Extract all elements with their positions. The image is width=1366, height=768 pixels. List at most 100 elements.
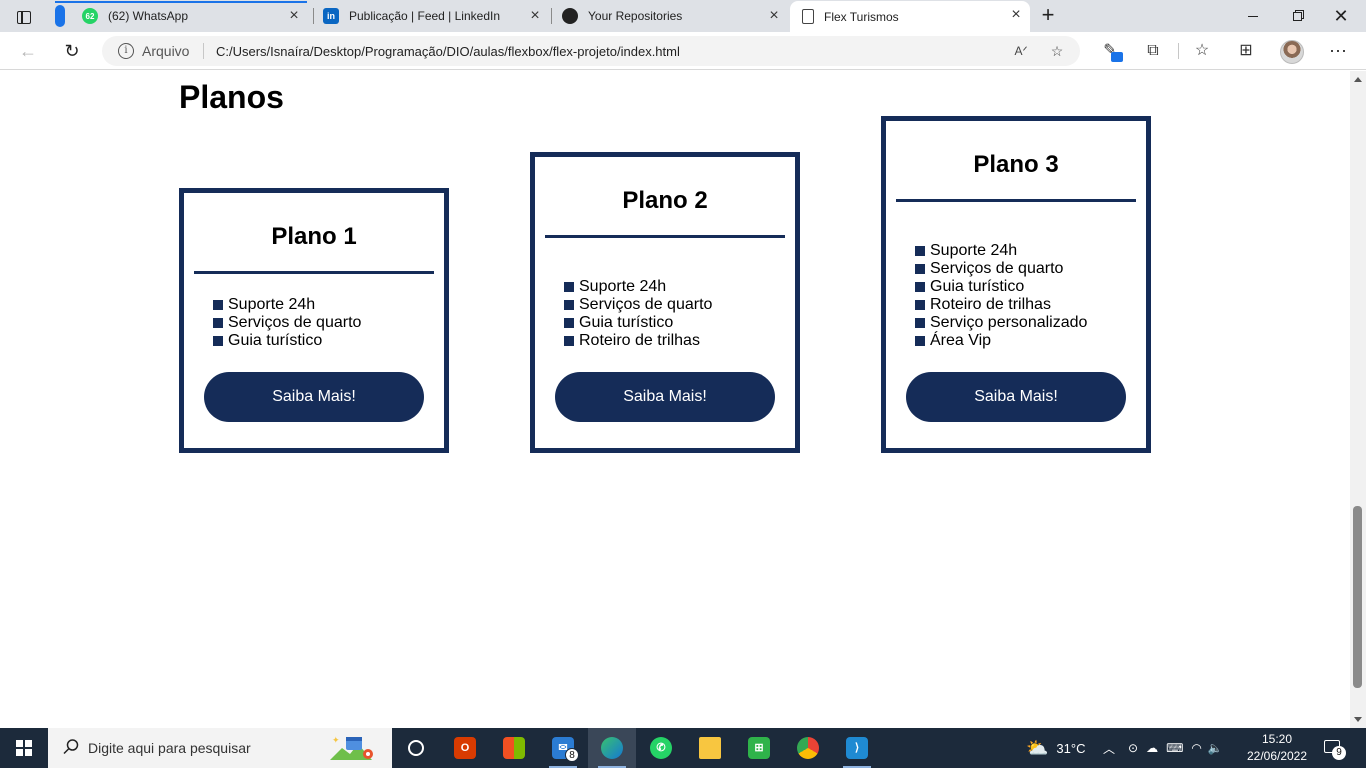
address-bar[interactable]: i Arquivo C:/Users/Isnaíra/Desktop/Progr… xyxy=(102,36,1080,66)
minimize-button[interactable] xyxy=(1230,0,1276,32)
tab-divider xyxy=(551,8,552,24)
network-icon[interactable]: ◠ xyxy=(1191,741,1201,755)
saiba-mais-button[interactable]: Saiba Mais! xyxy=(906,372,1126,422)
feature-text: Serviços de quarto xyxy=(579,296,713,313)
tab-flex-turismos[interactable]: Flex Turismos × xyxy=(790,1,1030,32)
close-tab-icon[interactable]: × xyxy=(1008,7,1024,23)
read-aloud-icon[interactable]: Aᐟ xyxy=(1012,42,1030,60)
feature-text: Área Vip xyxy=(930,332,992,349)
tab-actions-icon xyxy=(17,10,31,24)
bullet-icon xyxy=(564,336,574,346)
windows-logo-icon xyxy=(16,740,32,756)
plan-title: Plano 2 xyxy=(622,187,708,214)
close-window-button[interactable]: ✕ xyxy=(1318,0,1364,32)
settings-more-icon[interactable]: ⋯ xyxy=(1328,41,1348,61)
list-item: Guia turístico xyxy=(564,314,795,332)
tab-label: (62) WhatsApp xyxy=(108,9,189,23)
browser-tab-strip: 62 (62) WhatsApp × in Publicação | Feed … xyxy=(0,0,1366,32)
input-method-icon[interactable]: ⌨ xyxy=(1166,741,1183,755)
store-app[interactable] xyxy=(490,728,538,768)
favorites-icon[interactable]: ☆ xyxy=(1192,41,1212,61)
tab-linkedin[interactable]: in Publicação | Feed | LinkedIn × xyxy=(323,2,549,30)
scroll-down-icon[interactable] xyxy=(1354,717,1362,722)
list-item: Roteiro de trilhas xyxy=(564,332,795,350)
list-item: Suporte 24h xyxy=(915,242,1146,260)
new-tab-button[interactable]: + xyxy=(1038,4,1058,26)
restore-button[interactable] xyxy=(1274,0,1320,32)
scroll-thumb[interactable] xyxy=(1353,506,1362,688)
url-text[interactable]: C:/Users/Isnaíra/Desktop/Programação/DIO… xyxy=(216,44,680,59)
plan-divider xyxy=(194,271,434,274)
taskbar-clock[interactable]: 15:20 22/06/2022 xyxy=(1240,731,1314,765)
clock-time: 15:20 xyxy=(1261,732,1293,746)
file-explorer-app[interactable] xyxy=(686,728,734,768)
bullet-icon xyxy=(564,318,574,328)
meet-now-icon[interactable]: ⊙ xyxy=(1128,741,1138,755)
vscode-app[interactable]: ⟩ xyxy=(833,728,881,768)
list-item: Suporte 24h xyxy=(564,278,795,296)
file-scheme-label: Arquivo xyxy=(142,43,190,59)
back-arrow-icon: ← xyxy=(19,40,37,61)
task-view-icon xyxy=(408,740,424,756)
vertical-scrollbar[interactable] xyxy=(1350,71,1366,728)
taskbar-search[interactable]: Digite aqui para pesquisar ✦ xyxy=(48,728,392,768)
notification-count: 9 xyxy=(1332,746,1346,760)
onedrive-icon[interactable]: ☁ xyxy=(1146,741,1158,755)
notification-center-button[interactable]: 9 xyxy=(1322,738,1346,760)
start-button[interactable] xyxy=(0,728,48,768)
feature-text: Guia turístico xyxy=(930,278,1025,295)
weather-sun-icon: ⛅ xyxy=(1026,737,1049,758)
task-view-button[interactable] xyxy=(392,728,440,768)
add-favorite-icon[interactable]: ☆ xyxy=(1048,42,1066,60)
store-icon xyxy=(503,737,525,759)
restore-icon xyxy=(1292,11,1302,21)
feature-text: Serviço personalizado xyxy=(930,314,1088,331)
chevron-up-icon: ︿ xyxy=(1103,741,1116,756)
bullet-icon xyxy=(915,300,925,310)
whatsapp-icon: ✆ xyxy=(650,737,672,759)
clock-date: 22/06/2022 xyxy=(1246,749,1308,763)
refresh-button[interactable]: ↻ xyxy=(61,40,83,62)
close-tab-icon[interactable]: × xyxy=(286,8,302,24)
tab-divider xyxy=(313,8,314,24)
list-item: Serviços de quarto xyxy=(915,260,1146,278)
list-item: Guia turístico xyxy=(213,332,444,350)
profile-avatar[interactable] xyxy=(1280,40,1304,64)
close-tab-icon[interactable]: × xyxy=(766,8,782,24)
chrome-app[interactable] xyxy=(784,728,832,768)
saiba-mais-button[interactable]: Saiba Mais! xyxy=(555,372,775,422)
file-explorer-icon xyxy=(699,737,721,759)
page-icon xyxy=(802,9,814,24)
feature-text: Serviços de quarto xyxy=(930,260,1064,277)
weather-widget[interactable]: ⛅ 31°C xyxy=(1026,728,1085,768)
vscode-icon: ⟩ xyxy=(846,737,868,759)
list-item: Serviços de quarto xyxy=(213,314,444,332)
scroll-up-icon[interactable] xyxy=(1354,77,1362,82)
mail-app[interactable]: ✉ 8 xyxy=(539,728,587,768)
collections-icon[interactable]: ⊞ xyxy=(1236,41,1256,61)
bullet-icon xyxy=(213,336,223,346)
xbox-app[interactable]: ⊞ xyxy=(735,728,783,768)
tab-whatsapp[interactable]: 62 (62) WhatsApp × xyxy=(82,2,308,30)
show-hidden-icons-button[interactable]: ︿ xyxy=(1103,728,1115,768)
office-app[interactable]: O xyxy=(441,728,489,768)
info-icon[interactable]: i xyxy=(118,43,134,59)
tab-label: Your Repositories xyxy=(588,9,683,23)
extensions-icon[interactable]: ⧉ xyxy=(1143,41,1163,61)
whatsapp-app[interactable]: ✆ xyxy=(637,728,685,768)
close-tab-icon[interactable]: × xyxy=(527,8,543,24)
back-button[interactable]: ← xyxy=(17,40,39,62)
bullet-icon xyxy=(564,282,574,292)
list-item: Serviços de quarto xyxy=(564,296,795,314)
plan-card-2: Plano 2 Suporte 24h Serviços de quarto G… xyxy=(530,152,800,453)
tab-actions-button[interactable] xyxy=(8,6,40,28)
volume-icon[interactable]: 🔈 xyxy=(1208,741,1223,755)
page-viewport: Planos Plano 1 Suporte 24h Serviços de q… xyxy=(0,71,1350,728)
saiba-mais-button[interactable]: Saiba Mais! xyxy=(204,372,424,422)
workspace-indicator xyxy=(55,5,65,27)
bullet-icon xyxy=(915,336,925,346)
plan-card-1: Plano 1 Suporte 24h Serviços de quarto G… xyxy=(179,188,449,453)
bullet-icon xyxy=(915,264,925,274)
edge-app[interactable] xyxy=(588,728,636,768)
tab-github[interactable]: Your Repositories × xyxy=(562,2,788,30)
